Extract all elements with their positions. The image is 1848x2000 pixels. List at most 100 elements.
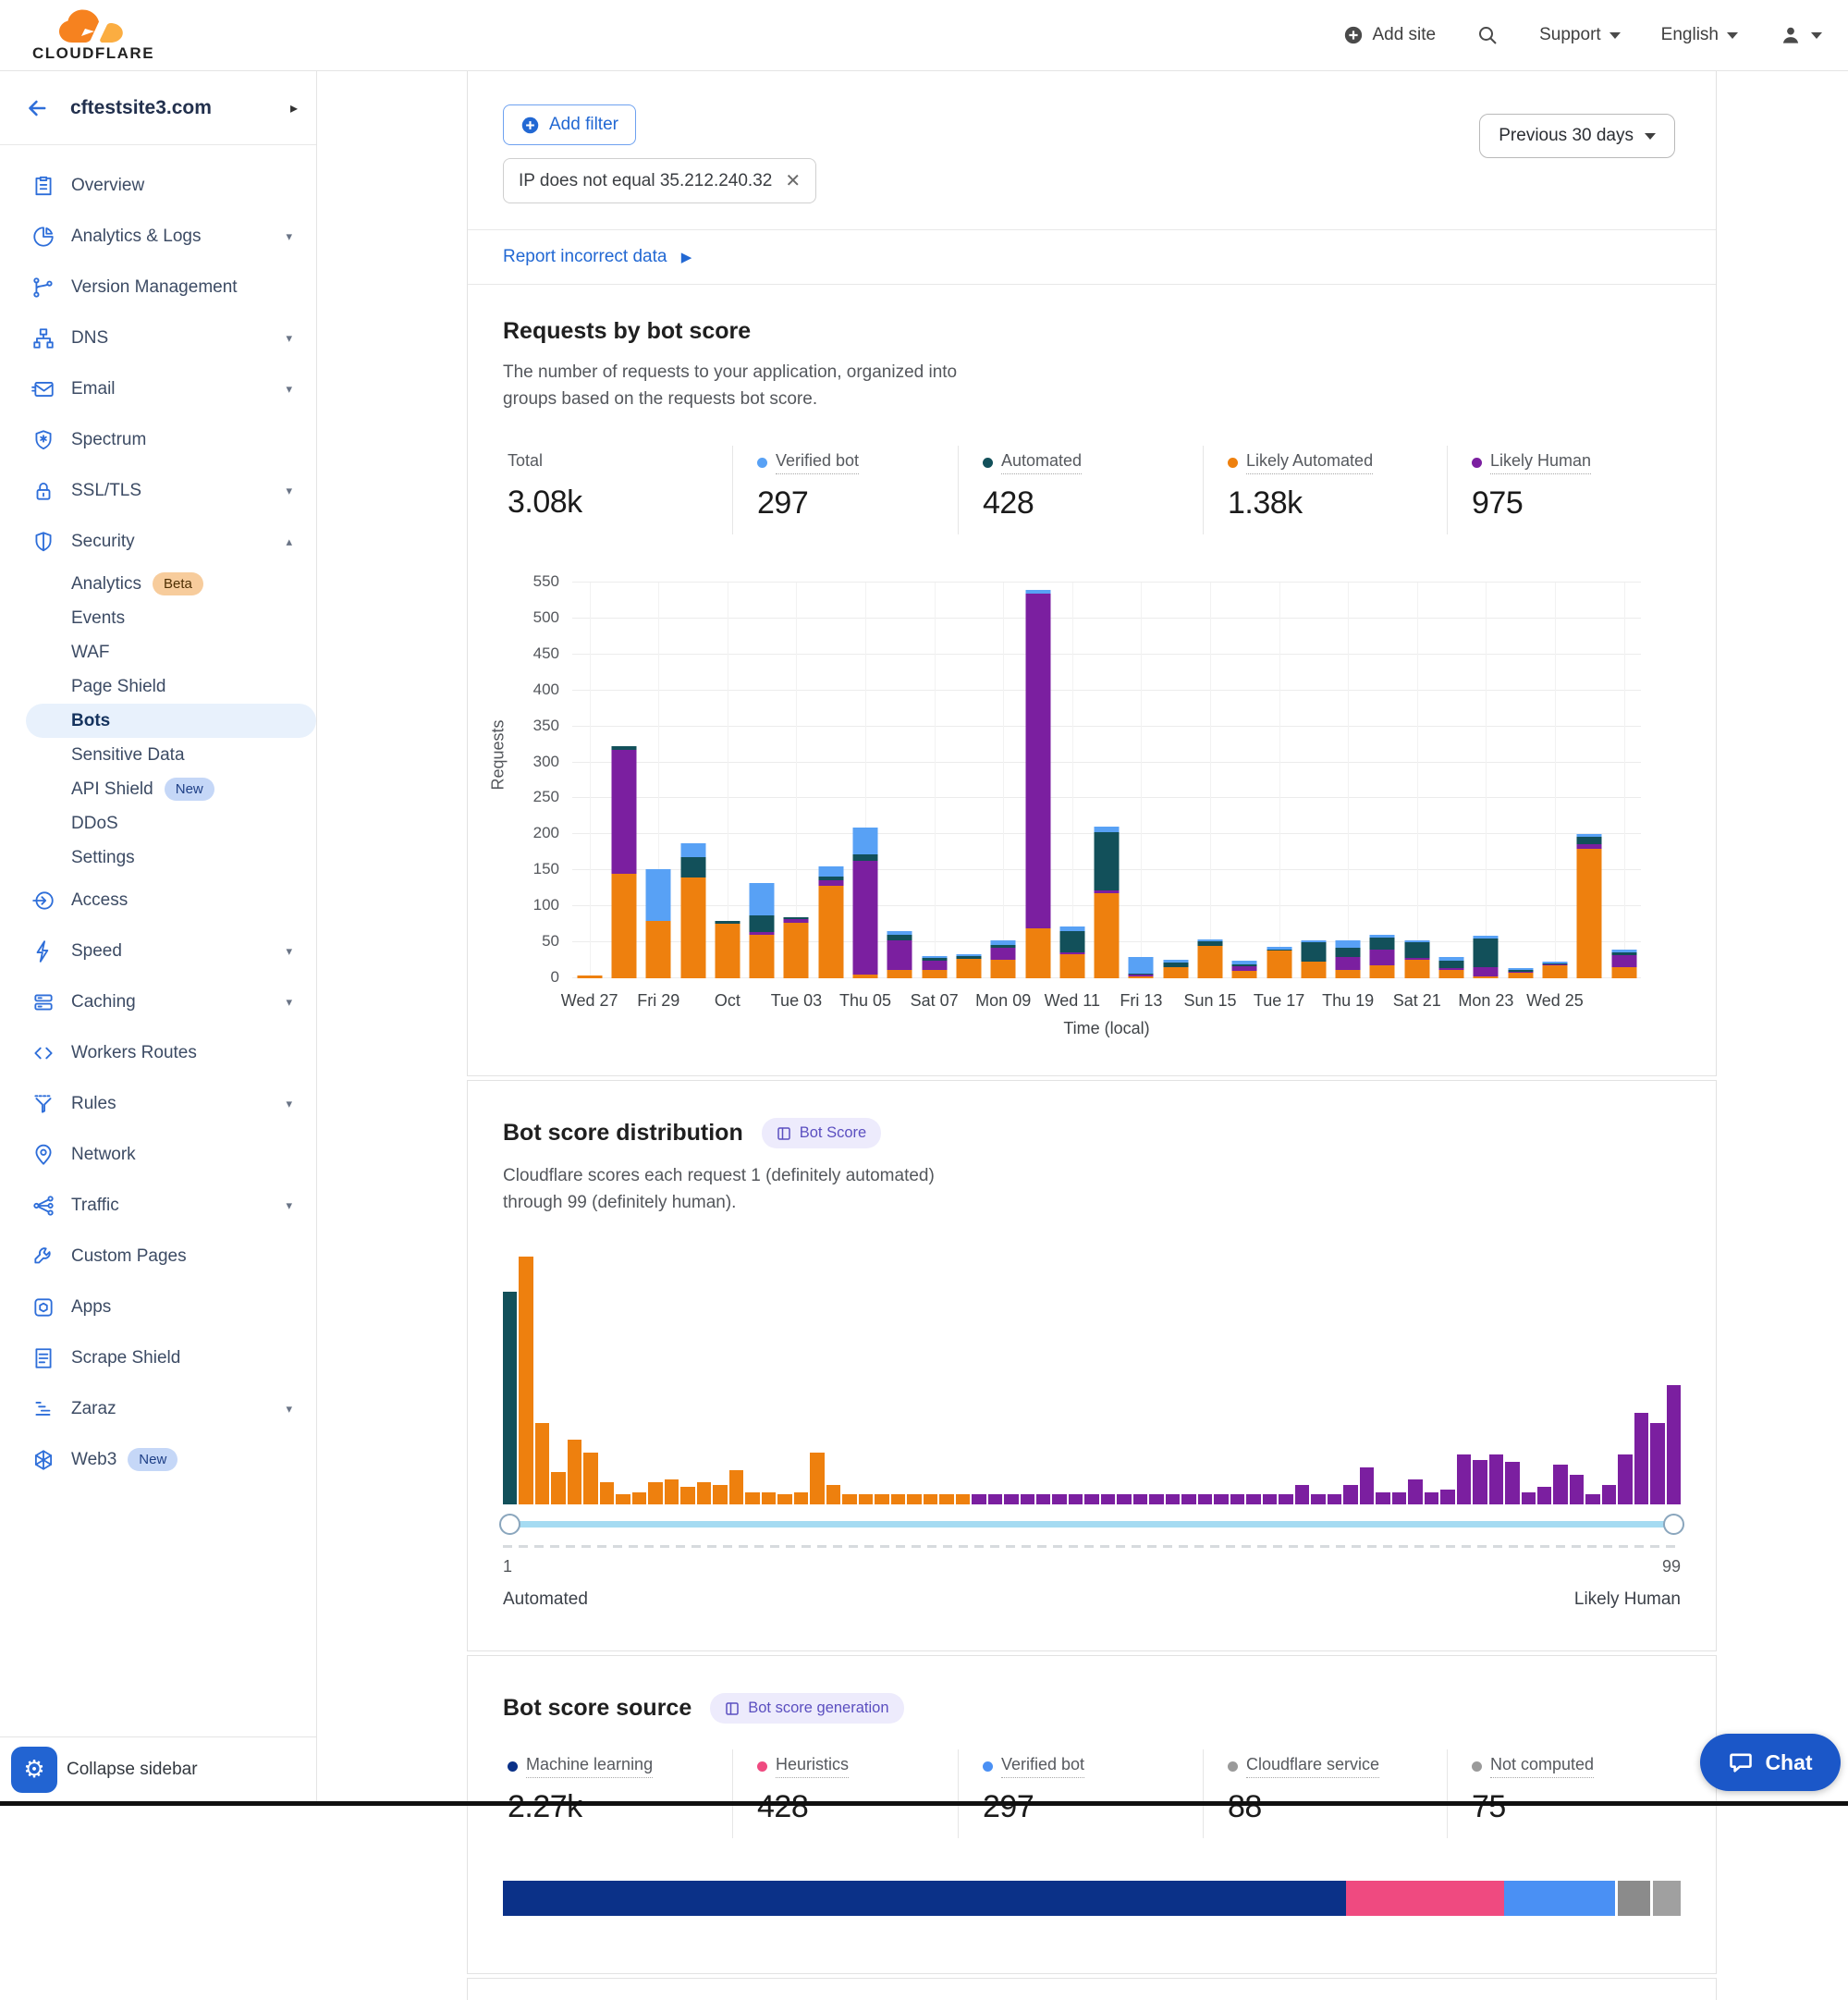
- stacked-bar[interactable]: [1197, 939, 1222, 978]
- sidebar-item-email[interactable]: Email▾: [0, 363, 316, 414]
- sidebar-item-version-management[interactable]: Version Management: [0, 262, 316, 313]
- sidebar-item-api-shield[interactable]: API ShieldNew: [0, 772, 316, 806]
- histogram-bar[interactable]: [1133, 1494, 1147, 1504]
- histogram-bar[interactable]: [1650, 1423, 1664, 1504]
- stacked-bar[interactable]: [611, 746, 636, 978]
- stat-label[interactable]: Verified bot: [757, 451, 859, 474]
- histogram-bar[interactable]: [1585, 1494, 1599, 1504]
- histogram-bar[interactable]: [810, 1453, 824, 1504]
- stacked-bar[interactable]: [1336, 940, 1361, 978]
- histogram-bar[interactable]: [1328, 1494, 1341, 1504]
- language-menu[interactable]: English: [1661, 25, 1738, 45]
- stacked-bar[interactable]: [1301, 940, 1326, 978]
- settings-gear-button[interactable]: ⚙: [11, 1747, 57, 1793]
- histogram-bar[interactable]: [1408, 1479, 1422, 1504]
- histogram-bar[interactable]: [972, 1494, 985, 1504]
- histogram-bar[interactable]: [1343, 1485, 1357, 1504]
- sidebar-item-scrape-shield[interactable]: Scrape Shield: [0, 1332, 316, 1383]
- sidebar-item-page-shield[interactable]: Page Shield: [0, 669, 316, 704]
- histogram-bar[interactable]: [762, 1492, 776, 1504]
- histogram-bar[interactable]: [956, 1494, 970, 1504]
- source-segment-heuristics[interactable]: [1346, 1881, 1505, 1916]
- stacked-bar[interactable]: [1611, 950, 1636, 978]
- histogram-bar[interactable]: [939, 1494, 953, 1504]
- bot-score-badge[interactable]: Bot Score: [762, 1118, 881, 1148]
- histogram-bar[interactable]: [697, 1482, 711, 1504]
- histogram-bar[interactable]: [729, 1470, 743, 1505]
- histogram-bar[interactable]: [1263, 1494, 1277, 1504]
- histogram-bar[interactable]: [794, 1492, 808, 1504]
- histogram-bar[interactable]: [616, 1494, 630, 1504]
- histogram-bar[interactable]: [777, 1494, 791, 1504]
- sidebar-item-speed[interactable]: Speed▾: [0, 926, 316, 976]
- report-incorrect-data-link[interactable]: Report incorrect data ▶: [503, 247, 691, 266]
- histogram-bar[interactable]: [1279, 1494, 1292, 1504]
- histogram-bar[interactable]: [1052, 1494, 1066, 1504]
- histogram-bar[interactable]: [1440, 1490, 1454, 1504]
- histogram-bar[interactable]: [1166, 1494, 1180, 1504]
- histogram-bar[interactable]: [583, 1453, 597, 1504]
- histogram-bar[interactable]: [842, 1494, 856, 1504]
- stacked-bar[interactable]: [577, 975, 602, 978]
- stat-label[interactable]: Verified bot: [983, 1755, 1084, 1778]
- stacked-bar[interactable]: [1232, 961, 1257, 978]
- stacked-bar[interactable]: [680, 843, 705, 978]
- histogram-bar[interactable]: [665, 1479, 679, 1504]
- sidebar-item-settings[interactable]: Settings: [0, 840, 316, 875]
- sidebar-item-analytics-logs[interactable]: Analytics & Logs▾: [0, 211, 316, 262]
- sidebar-item-overview[interactable]: Overview: [0, 160, 316, 211]
- histogram-bar[interactable]: [1522, 1492, 1536, 1504]
- stacked-bar[interactable]: [853, 828, 878, 978]
- histogram-bar[interactable]: [535, 1423, 549, 1504]
- histogram-bar[interactable]: [1198, 1494, 1212, 1504]
- histogram-bar[interactable]: [1602, 1485, 1616, 1504]
- stacked-bar[interactable]: [1129, 957, 1154, 978]
- stacked-bar[interactable]: [1439, 957, 1464, 978]
- stacked-bar[interactable]: [715, 921, 740, 978]
- histogram-bar[interactable]: [568, 1440, 581, 1504]
- stacked-bar[interactable]: [1059, 926, 1084, 978]
- histogram-bar[interactable]: [859, 1494, 873, 1504]
- histogram-bar[interactable]: [1457, 1454, 1471, 1504]
- histogram-bar[interactable]: [1489, 1454, 1503, 1504]
- histogram-bar[interactable]: [875, 1494, 888, 1504]
- stat-label[interactable]: Cloudflare service: [1228, 1755, 1379, 1778]
- sidebar-item-ddos[interactable]: DDoS: [0, 806, 316, 840]
- stacked-bar[interactable]: [1025, 590, 1050, 978]
- histogram-bar[interactable]: [1505, 1462, 1519, 1504]
- support-menu[interactable]: Support: [1539, 25, 1621, 45]
- histogram-bar[interactable]: [600, 1482, 614, 1504]
- histogram-bar[interactable]: [1473, 1460, 1487, 1504]
- stacked-bar[interactable]: [1163, 960, 1188, 978]
- stat-label[interactable]: Automated: [983, 451, 1082, 474]
- histogram-bar[interactable]: [1069, 1494, 1083, 1504]
- slider-handle-max[interactable]: [1663, 1514, 1684, 1535]
- histogram-bar[interactable]: [1149, 1494, 1163, 1504]
- histogram-bar[interactable]: [1004, 1494, 1018, 1504]
- add-filter-button[interactable]: Add filter: [503, 104, 636, 145]
- histogram-bar[interactable]: [1246, 1494, 1260, 1504]
- histogram-bar[interactable]: [1036, 1494, 1050, 1504]
- stat-label[interactable]: Heuristics: [757, 1755, 849, 1778]
- stacked-bar[interactable]: [991, 940, 1016, 978]
- stacked-bar[interactable]: [1542, 962, 1567, 978]
- sidebar-item-traffic[interactable]: Traffic▾: [0, 1180, 316, 1231]
- sidebar-item-bots[interactable]: Bots: [26, 704, 316, 738]
- slider-track[interactable]: [503, 1521, 1681, 1528]
- stacked-bar[interactable]: [1508, 968, 1533, 978]
- chat-button[interactable]: Chat: [1700, 1734, 1841, 1791]
- histogram-bar[interactable]: [1181, 1494, 1195, 1504]
- histogram-bar[interactable]: [1667, 1385, 1681, 1504]
- sidebar-item-custom-pages[interactable]: Custom Pages: [0, 1231, 316, 1282]
- sidebar-item-caching[interactable]: Caching▾: [0, 976, 316, 1027]
- stacked-bar[interactable]: [1267, 947, 1291, 978]
- sidebar-item-security[interactable]: Security▴: [0, 516, 316, 567]
- histogram-bar[interactable]: [1101, 1494, 1115, 1504]
- histogram-bar[interactable]: [1311, 1494, 1325, 1504]
- histogram-bar[interactable]: [1634, 1413, 1648, 1504]
- histogram-bar[interactable]: [503, 1292, 517, 1505]
- source-segment-machine-learning[interactable]: [503, 1881, 1346, 1916]
- histogram-bar[interactable]: [1392, 1492, 1406, 1504]
- sidebar-item-ssl-tls[interactable]: SSL/TLS▾: [0, 465, 316, 516]
- histogram-bar[interactable]: [1021, 1494, 1034, 1504]
